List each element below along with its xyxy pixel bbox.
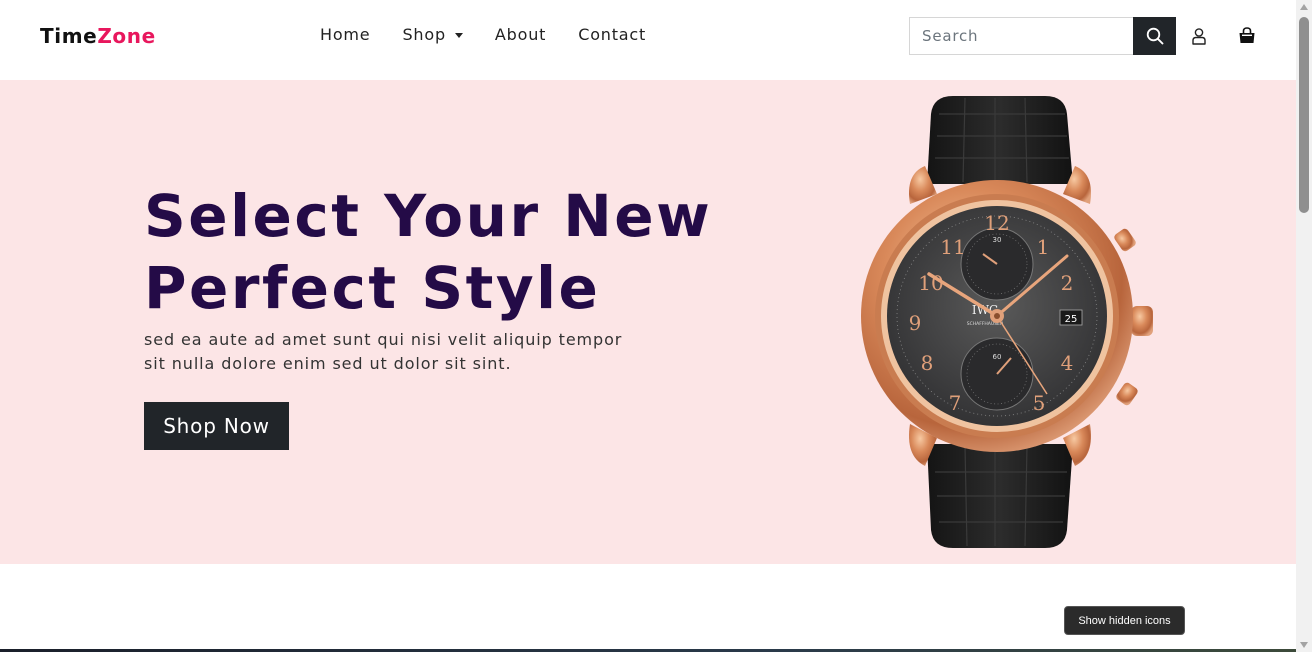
hero-title-line2: Perfect Style [144,254,601,322]
svg-text:5: 5 [1033,391,1046,415]
nav-link-home-label: Home [320,25,371,44]
svg-text:30: 30 [993,236,1002,244]
watch-date: 25 [1065,314,1078,325]
search-icon [1146,27,1163,45]
nav-link-contact[interactable]: Contact [578,25,646,44]
search-button[interactable] [1133,17,1176,55]
shopping-bag-icon[interactable] [1237,26,1257,46]
scroll-thumb[interactable] [1299,17,1309,213]
show-hidden-icons-tooltip: Show hidden icons [1064,606,1185,635]
navbar: TimeZone Home Shop About Contact [0,0,1296,80]
nav-link-about[interactable]: About [495,25,546,44]
svg-text:11: 11 [940,235,965,259]
nav-link-contact-label: Contact [578,25,647,44]
nav-link-shop[interactable]: Shop [402,25,463,44]
hero-title: Select Your New Perfect Style [144,180,784,324]
top-strap [927,96,1073,184]
svg-text:2: 2 [1061,271,1074,295]
svg-text:9: 9 [909,311,922,335]
svg-text:8: 8 [921,351,934,375]
scroll-down-arrow-icon[interactable] [1300,642,1308,648]
svg-text:7: 7 [949,391,962,415]
logo[interactable]: TimeZone [40,24,156,48]
crown [1131,306,1153,336]
nav-link-about-label: About [494,25,547,44]
logo-time: Time [40,24,98,48]
svg-text:60: 60 [993,353,1002,361]
vertical-scrollbar[interactable] [1296,0,1312,652]
user-icon[interactable] [1190,27,1208,45]
caret-down-icon [454,32,463,38]
logo-zone: Zone [97,24,156,48]
hero-title-line1: Select Your New [144,182,713,250]
svg-text:1: 1 [1037,235,1050,259]
svg-text:12: 12 [984,211,1009,235]
scroll-up-arrow-icon[interactable] [1300,4,1308,10]
hero-description: sed ea aute ad amet sunt qui nisi velit … [144,330,623,373]
search-form [909,17,1176,55]
nav-link-home[interactable]: Home [320,25,370,44]
nav-links: Home Shop About Contact [320,25,678,44]
hero-section: Select Your New Perfect Style sed ea aut… [0,80,1296,564]
svg-text:4: 4 [1061,351,1074,375]
watch-image: 60 30 12 1 2 4 5 7 8 9 10 11 IWC SCHAFFH… [861,96,1153,548]
search-input[interactable] [909,17,1133,55]
nav-link-shop-label: Shop [402,25,446,44]
shop-now-button[interactable]: Shop Now [144,402,289,450]
